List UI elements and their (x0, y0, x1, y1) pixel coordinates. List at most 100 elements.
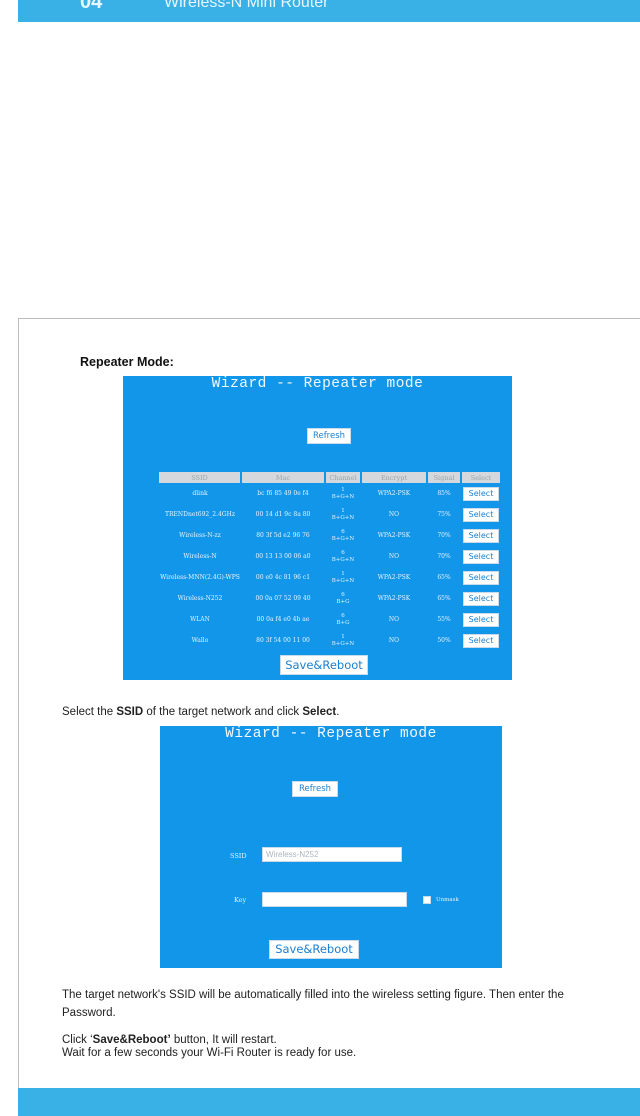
ssid-cell: Wireless-MNN(2.4G)-WPS (160, 574, 240, 581)
channel-mode: B+G+N (331, 556, 355, 563)
mac-cell: 00 0a f4 e0 4b ae (256, 616, 310, 623)
mac-cell: 80 3f 54 00 11 00 (256, 637, 310, 644)
site-survey-table: SSID Mac Channel Encrypt Signal Select d… (159, 472, 502, 651)
signal-cell: 70% (437, 553, 451, 560)
table-row: Wallo 80 3f 54 00 11 00 1 B+G+N NO 50% Se… (159, 630, 501, 651)
channel-mode: B+G+N (331, 493, 355, 500)
save-reboot-button[interactable]: Save&Reboot (280, 655, 368, 675)
top-header-bar: 04 Wireless-N Mini Router (18, 0, 640, 22)
channel-cell: 6 B+G (325, 588, 361, 609)
ssid-input[interactable]: Wireless-N252 (262, 847, 402, 862)
paragraph-line2: Wait for a few seconds your Wi-Fi Router… (62, 1047, 357, 1059)
signal-cell: 65% (437, 595, 451, 602)
section-title: Repeater Mode: (80, 355, 174, 369)
channel-cell: 1 B+G+N (325, 504, 361, 525)
column-header: Mac (241, 472, 326, 483)
table-row: Wireless-N 00 13 13 00 06 a0 6 B+G+N NO 7… (159, 546, 501, 567)
ssid-cell: TRENDnet692_2.4GHz (165, 511, 235, 518)
channel-mode: B+G+N (331, 535, 355, 542)
paragraph-bold: Save&Reboot’ (92, 1034, 171, 1046)
select-cell: Select (461, 567, 501, 588)
select-button[interactable]: Select (463, 528, 499, 543)
encrypt-cell: NO (388, 616, 400, 623)
channel-number: 1 (341, 486, 345, 493)
caption-text: Select the (62, 706, 117, 718)
column-header: Signal (427, 472, 462, 483)
select-button[interactable]: Select (463, 591, 499, 606)
caption-text: . (336, 706, 340, 718)
ssid-cell: Wallo (191, 637, 209, 644)
table-row: TRENDnet692_2.4GHz 00 14 d1 9c 8a 80 1 B+… (159, 504, 501, 525)
table-row: Wireless-N252 00 0a 07 52 09 40 6 B+G WPA… (159, 588, 501, 609)
mac-cell: 80 3f 5d e2 96 76 (256, 532, 310, 539)
channel-mode: B+G+N (331, 640, 355, 647)
table-row: WLAN 00 0a f4 e0 4b ae 6 B+G NO 55% Selec… (159, 609, 501, 630)
select-button[interactable]: Select (463, 612, 499, 627)
signal-cell: 65% (437, 574, 451, 581)
mac-cell: 00 13 13 00 06 a0 (255, 553, 311, 560)
select-cell: Select (461, 546, 501, 567)
column-header: Select (461, 472, 502, 483)
select-cell: Select (461, 609, 501, 630)
select-button[interactable]: Select (463, 507, 499, 522)
column-header: SSID (159, 472, 242, 483)
mac-cell: 00 e0 4c 81 96 c1 (255, 574, 311, 581)
select-cell: Select (461, 630, 501, 651)
channel-number: 1 (341, 633, 345, 640)
channel-cell: 1 B+G+N (325, 567, 361, 588)
table-row: dlink bc f6 85 49 0e f4 1 B+G+N WPA2-PSK … (159, 483, 501, 504)
select-button[interactable]: Select (463, 486, 499, 501)
mac-cell: 00 0a 07 52 09 40 (255, 595, 311, 602)
channel-mode: B+G+N (331, 577, 355, 584)
channel-number: 6 (341, 549, 345, 556)
encrypt-cell: NO (388, 511, 400, 518)
channel-mode: B+G (336, 619, 350, 626)
table-row: Wireless-N-zz 80 3f 5d e2 96 76 6 B+G+N W… (159, 525, 501, 546)
select-button[interactable]: Select (463, 570, 499, 585)
bottom-footer-bar (18, 1088, 640, 1116)
channel-number: 1 (341, 507, 345, 514)
mac-cell: bc f6 85 49 0e f4 (257, 490, 309, 497)
wizard-title: Wizard -- Repeater mode (225, 726, 437, 742)
unmask-checkbox[interactable] (423, 896, 431, 904)
caption-bold-ssid: SSID (116, 706, 144, 718)
channel-cell: 6 B+G+N (325, 525, 361, 546)
channel-number: 6 (341, 591, 345, 598)
encrypt-cell: NO (388, 637, 400, 644)
refresh-button[interactable]: Refresh (292, 781, 338, 797)
table-row: Wireless-MNN(2.4G)-WPS 00 e0 4c 81 96 c1… (159, 567, 501, 588)
encrypt-cell: WPA2-PSK (377, 574, 411, 581)
select-cell: Select (461, 504, 501, 525)
signal-cell: 85% (437, 490, 451, 497)
select-cell: Select (461, 588, 501, 609)
save-reboot-button[interactable]: Save&Reboot (269, 940, 359, 959)
encrypt-cell: WPA2-PSK (377, 532, 411, 539)
ssid-cell: Wireless-N (183, 553, 217, 560)
ssid-cell: Wireless-N252 (177, 595, 223, 602)
key-label: Key (234, 896, 247, 904)
signal-cell: 55% (437, 616, 451, 623)
channel-cell: 6 B+G (325, 609, 361, 630)
caption-bold-select: Select (302, 706, 337, 718)
caption-text: of the target network and click (143, 706, 303, 718)
table-header-row: SSID Mac Channel Encrypt Signal Select (159, 472, 502, 483)
channel-cell: 6 B+G+N (325, 546, 361, 567)
signal-cell: 50% (437, 637, 451, 644)
signal-cell: 75% (437, 511, 451, 518)
select-button[interactable]: Select (463, 549, 499, 564)
refresh-button[interactable]: Refresh (307, 428, 351, 444)
key-input[interactable] (262, 892, 407, 907)
paragraph-ssid-filled: The target network's SSID will be automa… (62, 989, 564, 1019)
select-button[interactable]: Select (463, 633, 499, 648)
channel-number: 1 (341, 570, 345, 577)
channel-number: 6 (341, 612, 345, 619)
instruction-caption: Select the SSID of the target network an… (62, 706, 339, 718)
paragraph-text: button, It will restart. (170, 1034, 277, 1046)
ssid-cell: dlink (192, 490, 208, 497)
encrypt-cell: NO (388, 553, 400, 560)
wizard-ssid-screenshot: Wizard -- Repeater mode Refresh SSID Wir… (160, 726, 502, 968)
channel-cell: 1 B+G+N (325, 483, 361, 504)
select-cell: Select (461, 483, 501, 504)
paragraph-text: Click ‘ (62, 1034, 93, 1046)
channel-cell: 1 B+G+N (325, 630, 361, 651)
